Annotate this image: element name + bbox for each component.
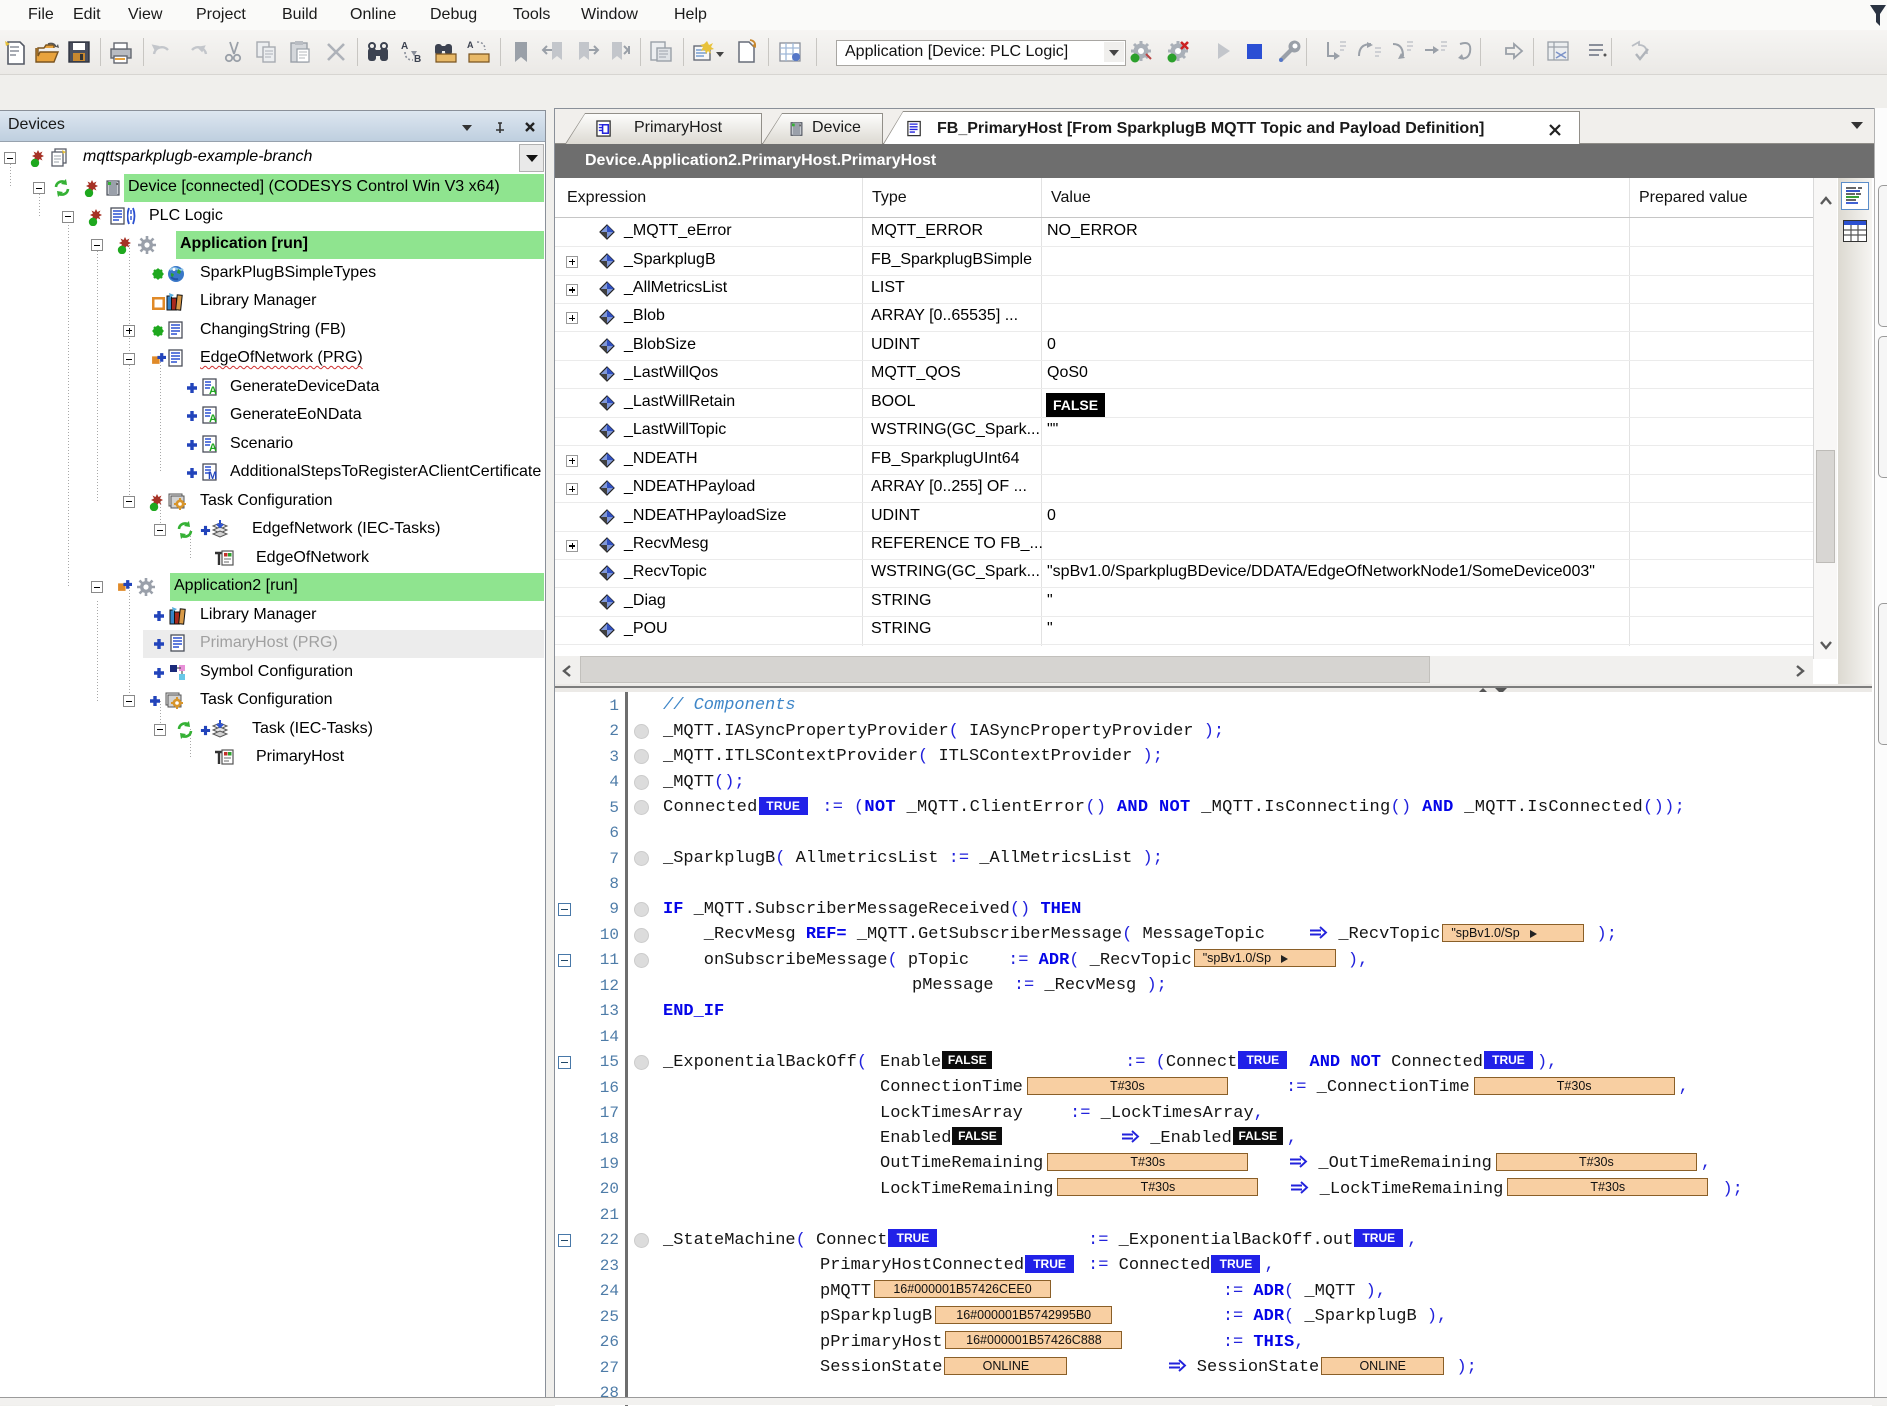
svg-text:A: A [401, 41, 408, 52]
svg-text:B: B [414, 54, 421, 65]
svg-text:A: A [467, 40, 474, 50]
